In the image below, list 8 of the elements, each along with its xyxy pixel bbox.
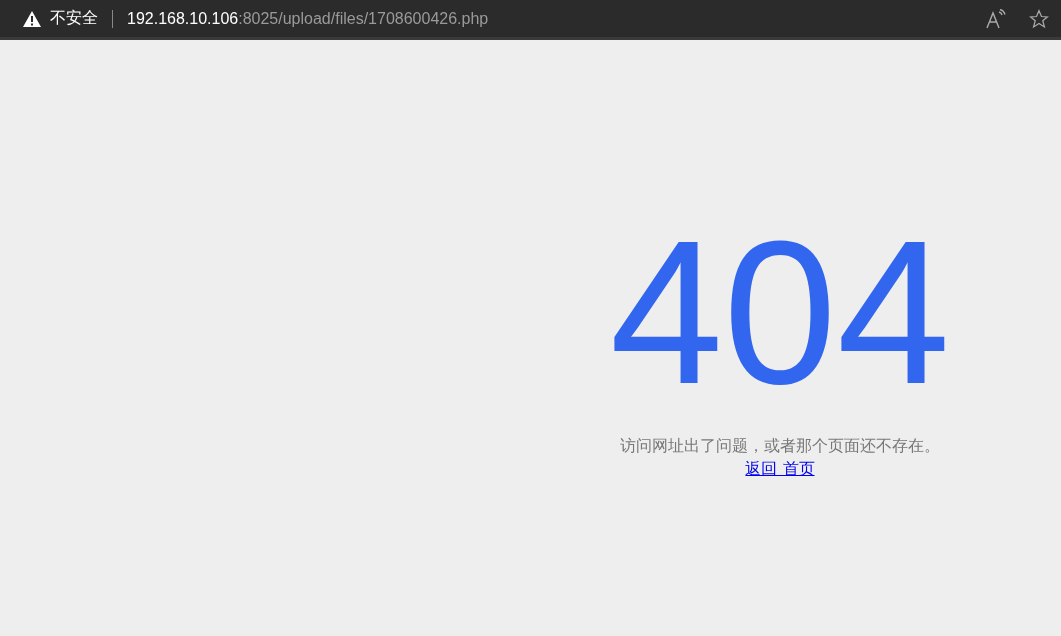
error-code: 404 — [609, 210, 951, 414]
security-label[interactable]: 不安全 — [50, 8, 98, 29]
url-field[interactable]: 192.168.10.106:8025/upload/files/1708600426.php — [127, 9, 489, 28]
read-aloud-icon[interactable] — [985, 8, 1007, 29]
error-message: 访问网址出了问题，或者那个页面还不存在。 — [620, 436, 940, 457]
warning-icon[interactable] — [22, 9, 42, 28]
home-link[interactable]: 返回 首页 — [745, 459, 815, 480]
star-icon[interactable] — [1029, 8, 1049, 29]
